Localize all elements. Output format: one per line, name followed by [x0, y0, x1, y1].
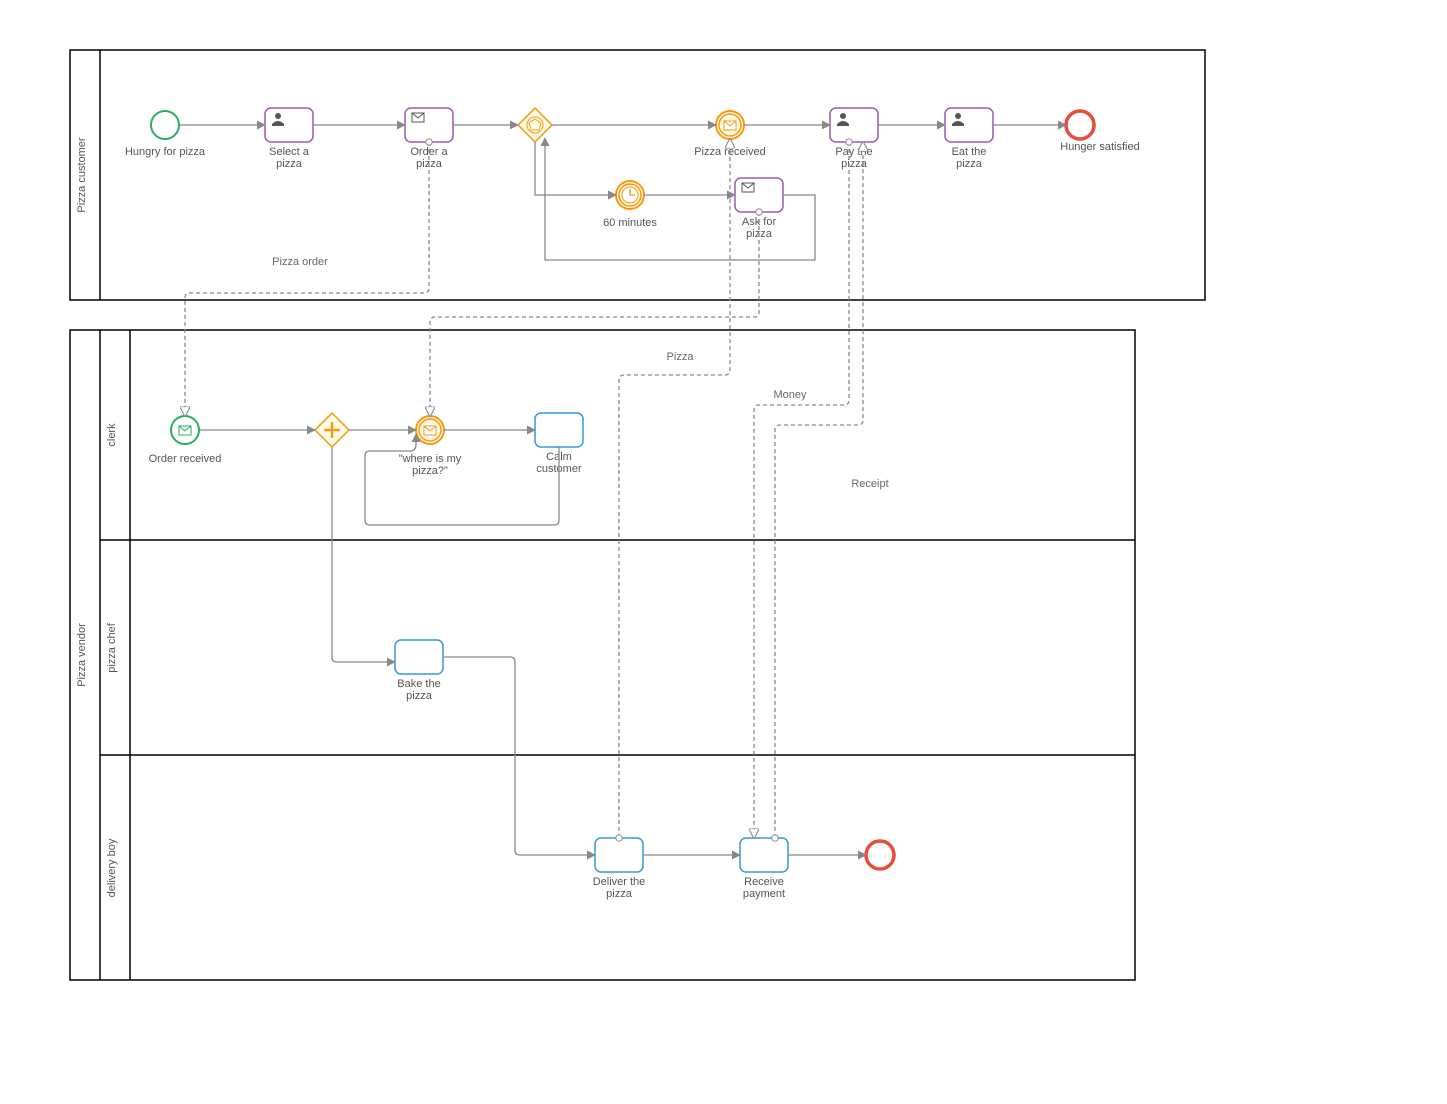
- pool-customer[interactable]: [70, 50, 1205, 300]
- msgflow-ask-where: [430, 212, 759, 416]
- flow: [332, 447, 395, 662]
- label-hungry: Hungry for pizza: [125, 146, 206, 158]
- lane-clerk-title: clerk: [106, 423, 118, 447]
- msgflow-pizza-order: [185, 142, 429, 416]
- lane-delivery-title: delivery boy: [106, 838, 118, 897]
- label-receipt: Receipt: [851, 478, 888, 490]
- label-pizza-order: Pizza order: [272, 256, 328, 268]
- label-money: Money: [773, 389, 807, 401]
- svg-text:Bake thepizza: Bake thepizza: [397, 678, 440, 702]
- lane-chef-title: pizza chef: [106, 622, 118, 672]
- end-event-hunger-satisfied[interactable]: [1066, 111, 1094, 139]
- svg-text:Deliver thepizza: Deliver thepizza: [593, 876, 646, 900]
- flow-loop: [365, 434, 559, 525]
- label-order-received: Order received: [149, 453, 222, 465]
- parallel-gateway[interactable]: [315, 413, 349, 447]
- envelope-icon: [742, 183, 754, 192]
- task-receive-payment[interactable]: [740, 838, 788, 872]
- envelope-icon: [412, 113, 424, 122]
- label-select-1: Select a: [269, 146, 310, 158]
- label-hunger-satisfied: Hunger satisfied: [1060, 141, 1140, 153]
- start-event-hungry[interactable]: [151, 111, 179, 139]
- task-calm-customer[interactable]: [535, 413, 583, 447]
- pool-vendor-title: Pizza vendor: [76, 623, 88, 687]
- start-event-order-received[interactable]: [171, 416, 199, 444]
- end-event-vendor[interactable]: [866, 841, 894, 869]
- label-60-minutes: 60 minutes: [603, 217, 657, 229]
- event-gateway[interactable]: [518, 108, 552, 142]
- event-60-minutes[interactable]: [616, 181, 644, 209]
- task-bake-pizza[interactable]: [395, 640, 443, 674]
- svg-text:"where is mypizza?": "where is mypizza?": [399, 453, 462, 477]
- task-deliver-pizza[interactable]: [595, 838, 643, 872]
- msgflow-pizza: [619, 139, 730, 838]
- flow: [443, 657, 595, 855]
- label-pizza: Pizza: [667, 351, 695, 363]
- label-select-2: pizza: [276, 158, 303, 170]
- flow: [535, 142, 616, 195]
- event-where-pizza[interactable]: [416, 416, 444, 444]
- event-pizza-received[interactable]: [716, 111, 744, 139]
- msgflow-money: [754, 142, 849, 838]
- svg-text:Eat thepizza: Eat thepizza: [952, 146, 987, 170]
- pool-customer-title: Pizza customer: [76, 137, 88, 213]
- msgflow-receipt: [775, 142, 863, 838]
- svg-text:Receivepayment: Receivepayment: [743, 876, 785, 900]
- svg-text:Select apizza: Select apizza: [269, 146, 310, 170]
- svg-text:Pay thepizza: Pay thepizza: [835, 146, 872, 170]
